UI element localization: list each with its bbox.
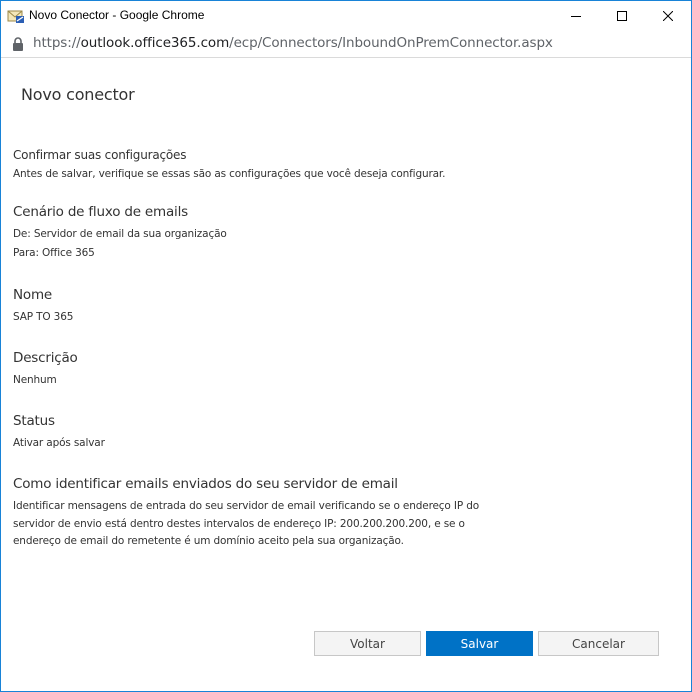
description-heading: Descrição	[13, 350, 78, 366]
page-title: Novo conector	[21, 85, 135, 104]
status-value: Ativar após salvar	[13, 437, 105, 449]
identify-heading: Como identificar emails enviados do seu …	[13, 476, 398, 492]
flow-heading: Cenário de fluxo de emails	[13, 204, 188, 220]
minimize-icon	[571, 16, 581, 17]
minimize-button[interactable]	[553, 1, 599, 31]
address-bar[interactable]: https://outlook.office365.com/ecp/Connec…	[1, 31, 691, 58]
close-button[interactable]	[645, 1, 691, 31]
outlook-envelope-icon	[7, 8, 25, 24]
flow-to: Para: Office 365	[13, 247, 95, 259]
identify-text: Identificar mensagens de entrada do seu …	[13, 500, 480, 547]
flow-from: De: Servidor de email da sua organização	[13, 228, 227, 240]
browser-window: Novo Conector - Google Chrome https://ou…	[0, 0, 692, 692]
wizard-content: Novo conector Confirmar suas configuraçõ…	[1, 58, 691, 691]
confirm-heading: Confirmar suas configurações	[13, 148, 187, 162]
status-heading: Status	[13, 413, 55, 429]
title-bar[interactable]: Novo Conector - Google Chrome	[1, 1, 691, 31]
url-text[interactable]: https://outlook.office365.com/ecp/Connec…	[33, 35, 553, 51]
url-scheme: https://	[33, 35, 81, 51]
name-heading: Nome	[13, 287, 53, 303]
description-value: Nenhum	[13, 374, 57, 386]
maximize-button[interactable]	[599, 1, 645, 31]
url-path: /ecp/Connectors/InboundOnPremConnector.a…	[229, 35, 553, 51]
url-host: outlook.office365.com	[80, 35, 230, 51]
maximize-icon	[617, 11, 627, 21]
window-title: Novo Conector - Google Chrome	[29, 8, 205, 22]
lock-icon[interactable]	[12, 36, 24, 51]
close-icon	[663, 11, 673, 21]
cancel-button[interactable]: Cancelar	[538, 631, 659, 656]
back-button[interactable]: Voltar	[314, 631, 421, 656]
name-value: SAP TO 365	[13, 311, 74, 323]
save-button[interactable]: Salvar	[426, 631, 533, 656]
confirm-description: Antes de salvar, verifique se essas são …	[13, 168, 446, 180]
